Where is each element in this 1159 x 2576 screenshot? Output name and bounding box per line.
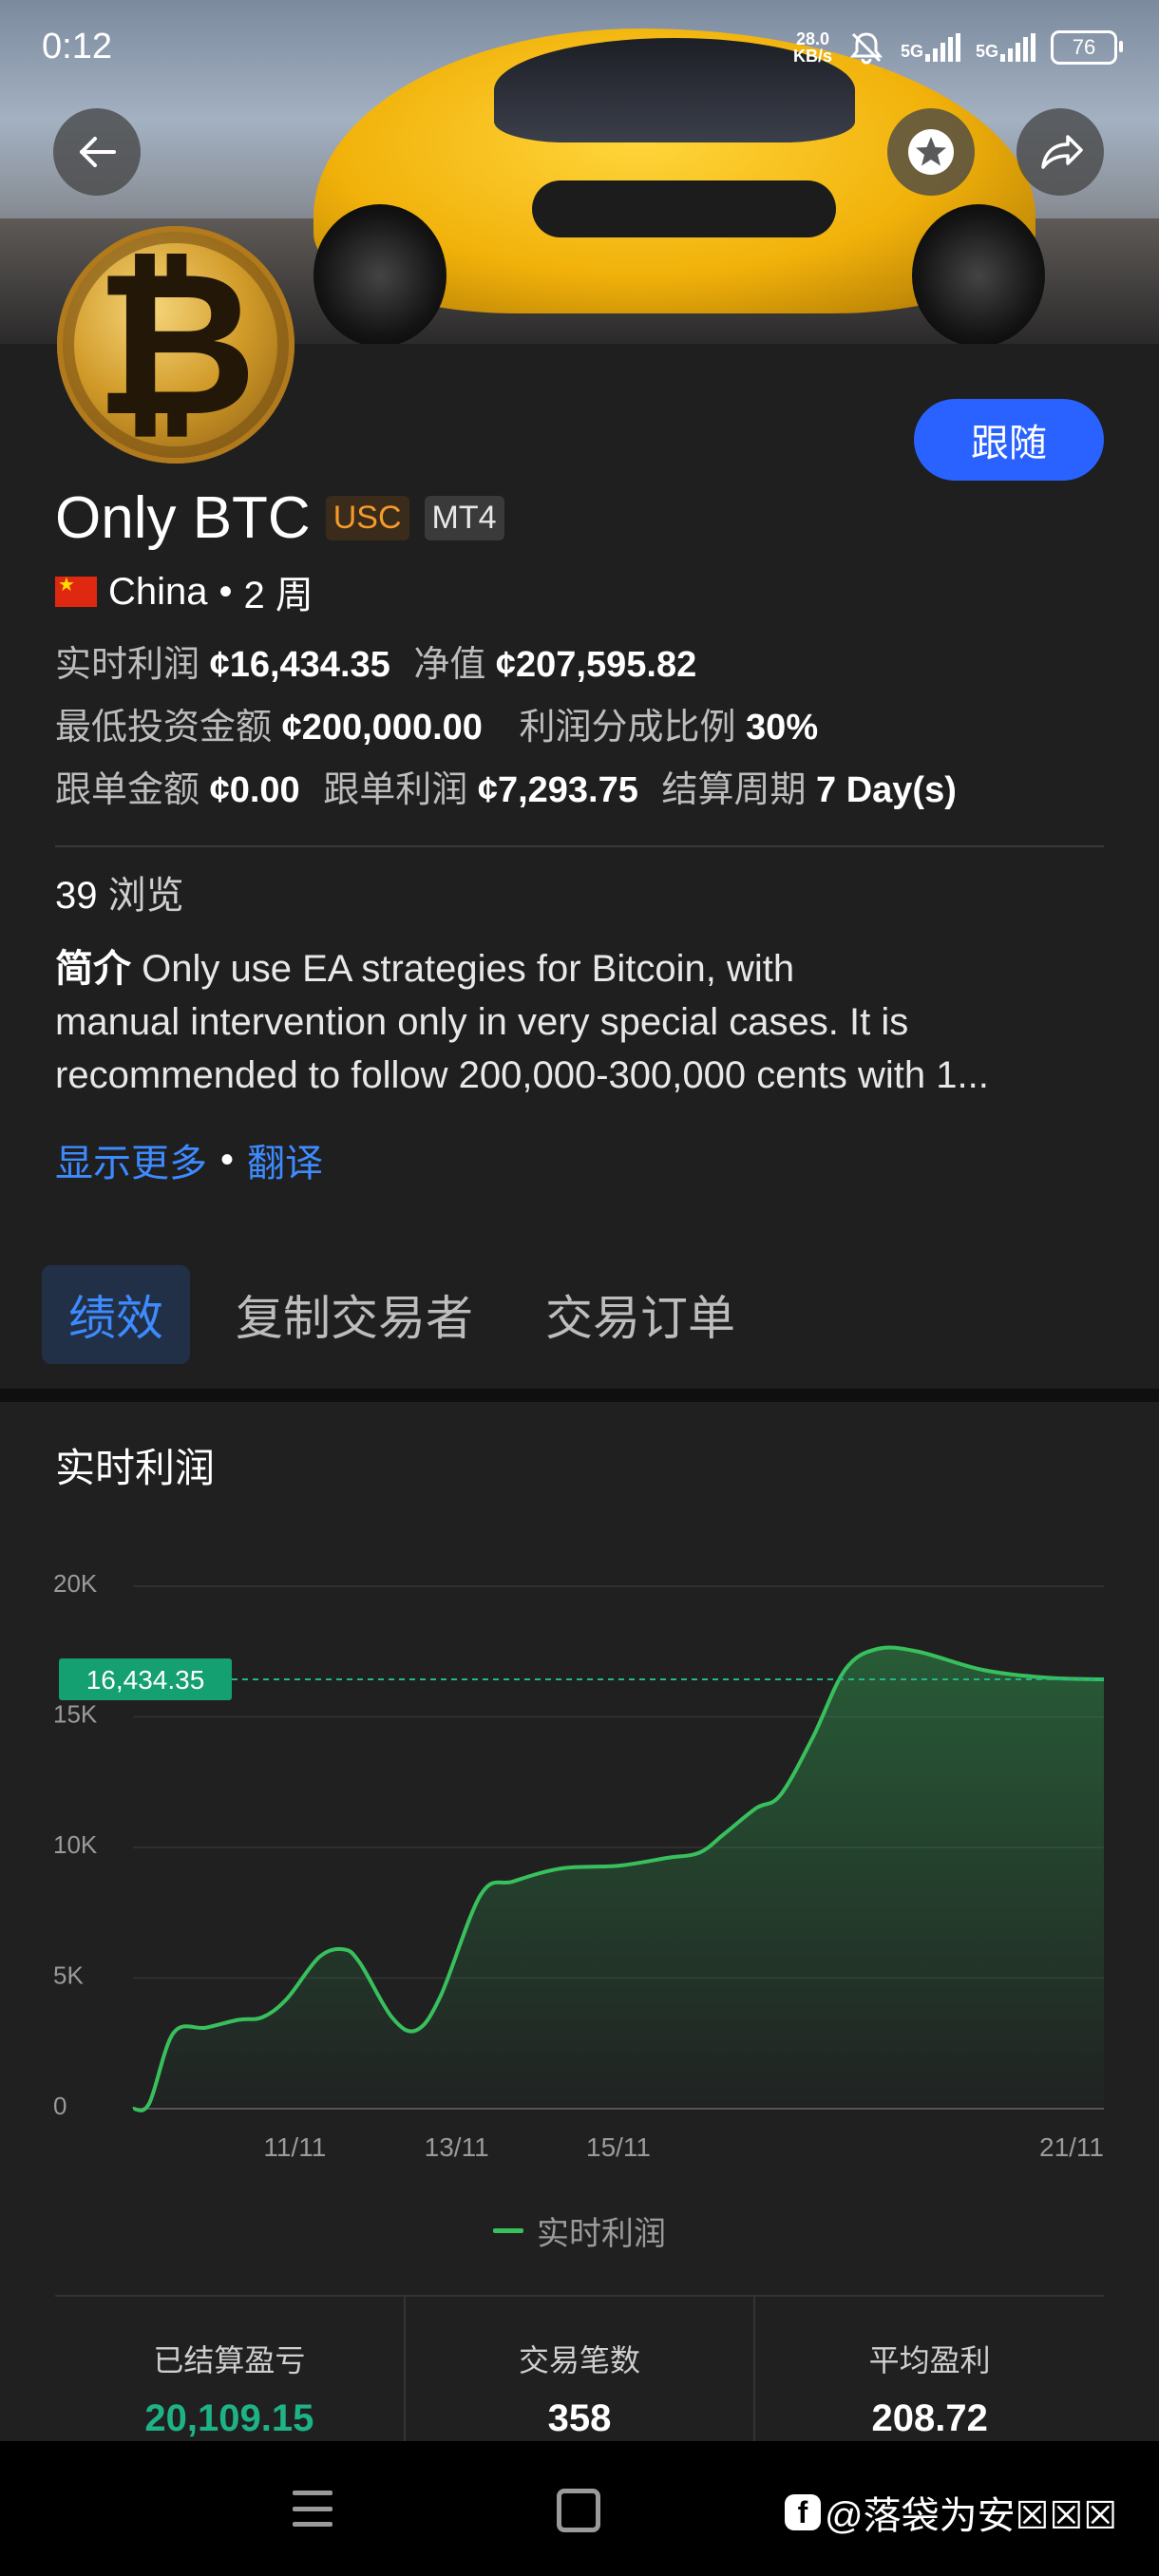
tab-bar: 绩效 复制交易者 交易订单	[42, 1265, 762, 1364]
min-invest-label: 最低投资金额	[55, 708, 273, 748]
currency-tag: USC	[325, 496, 409, 540]
status-time: 0:12	[42, 27, 112, 66]
chart-title: 实时利润	[55, 1446, 216, 1490]
home-icon[interactable]	[557, 2489, 600, 2532]
trading-duration: 2 周	[243, 575, 314, 616]
x-tick-label: 11/11	[263, 2132, 326, 2162]
status-bar: 0:12 28.0 KB/s 5G 5G 76	[0, 0, 1159, 95]
share-icon	[1041, 135, 1083, 169]
copy-profit-label: 跟单利润	[323, 770, 468, 810]
intro-links: 显示更多 • 翻译	[55, 1132, 323, 1187]
summary-value: 208.72	[871, 2397, 988, 2439]
translate-link[interactable]: 翻译	[247, 1132, 323, 1187]
summary-avg-profit: 平均盈利 208.72	[753, 2297, 1104, 2443]
follow-button[interactable]: 跟随	[914, 399, 1104, 481]
profit-share-label: 利润分成比例	[519, 708, 736, 748]
summary-stats: 已结算盈亏 20,109.15 交易笔数 358 平均盈利 208.72	[55, 2295, 1104, 2443]
y-tick-label: 10K	[53, 1830, 98, 1859]
equity-value: ¢207,595.82	[495, 645, 697, 685]
sim1-label: 5G	[900, 42, 923, 61]
net-speed: 28.0 KB/s	[793, 30, 832, 65]
platform-tag: MT4	[424, 496, 504, 540]
china-flag-icon	[55, 573, 97, 607]
divider	[55, 845, 1104, 847]
settle-period-value: 7 Day(s)	[816, 770, 957, 810]
intro-text: 简介 Only use EA strategies for Bitcoin, w…	[55, 942, 1110, 1102]
trader-avatar: ₿	[57, 226, 294, 464]
signal-sim1-icon: 5G	[901, 33, 960, 62]
battery-icon: 76	[1051, 30, 1123, 65]
x-tick-label: 13/11	[425, 2132, 489, 2162]
profit-share-value: 30%	[746, 708, 819, 748]
copy-amount-label: 跟单金额	[55, 770, 200, 810]
equity-label: 净值	[413, 645, 486, 685]
settle-period-label: 结算周期	[661, 770, 807, 810]
back-button[interactable]	[53, 108, 141, 196]
sim2-label: 5G	[975, 42, 998, 61]
section-separator	[0, 1389, 1159, 1402]
show-more-link[interactable]: 显示更多	[55, 1132, 207, 1187]
y-tick-label: 20K	[53, 1569, 98, 1598]
x-tick-label: 15/11	[586, 2132, 651, 2162]
summary-value: 20,109.15	[144, 2397, 314, 2439]
banner-car-wheel	[314, 204, 446, 344]
country-row: China • 2 周	[55, 564, 314, 619]
profit-chart: 0 5K 10K 15K 20K 11/11 13/11 15/11 21/11 16,434.3…	[53, 1569, 1105, 2162]
summary-trade-count: 交易笔数 358	[403, 2297, 754, 2443]
views-label: 浏览	[107, 875, 184, 917]
current-value-label: 16,434.35	[86, 1665, 205, 1695]
country-name: China	[108, 570, 208, 613]
summary-label: 平均盈利	[868, 2343, 991, 2377]
x-tick-label: 21/11	[1039, 2132, 1104, 2162]
country-separator: •	[218, 570, 233, 613]
legend-series-label: 实时利润	[537, 2216, 666, 2252]
legend-line-swatch	[493, 2228, 523, 2233]
banner-car-wheel	[912, 204, 1045, 344]
share-button[interactable]	[1016, 108, 1104, 196]
stats-row-1: 实时利润 ¢16,434.35 净值 ¢207,595.82	[55, 635, 696, 687]
favorite-button[interactable]	[887, 108, 975, 196]
summary-value: 358	[547, 2397, 612, 2439]
links-separator: •	[220, 1138, 235, 1181]
views-row: 39 浏览	[55, 864, 184, 919]
chart-legend[interactable]: 实时利润	[0, 2207, 1159, 2254]
tab-performance[interactable]: 绩效	[42, 1265, 190, 1364]
banner-car-intake	[532, 180, 836, 237]
intro-line-1: Only use EA strategies for Bitcoin, with	[142, 948, 795, 990]
intro-line-2: manual intervention only in very special…	[55, 1001, 909, 1043]
tab-copy-traders[interactable]: 复制交易者	[209, 1265, 500, 1364]
trader-name-row: Only BTC USC MT4	[55, 484, 504, 552]
net-speed-unit: KB/s	[792, 47, 832, 66]
bitcoin-logo-icon: ₿	[94, 228, 257, 461]
stats-row-2: 最低投资金额 ¢200,000.00 利润分成比例 30%	[55, 697, 818, 749]
trader-name: Only BTC	[55, 485, 311, 551]
watermark-logo-icon: f	[785, 2494, 821, 2530]
copy-profit-value: ¢7,293.75	[477, 770, 638, 810]
recent-apps-icon[interactable]	[293, 2491, 332, 2527]
views-count: 39	[55, 875, 98, 917]
stats-row-3: 跟单金额 ¢0.00 跟单利润 ¢7,293.75 结算周期 7 Day(s)	[55, 760, 957, 812]
min-invest-value: ¢200,000.00	[281, 708, 483, 748]
intro-line-3: recommended to follow 200,000-300,000 ce…	[55, 1054, 989, 1096]
star-icon	[908, 129, 954, 175]
watermark-text: @落袋为安☒☒☒	[825, 2495, 1118, 2537]
realtime-profit-label: 实时利润	[55, 645, 200, 685]
signal-sim2-icon: 5G	[976, 33, 1036, 62]
bell-muted-icon	[849, 32, 884, 65]
summary-settled-pnl: 已结算盈亏 20,109.15	[55, 2297, 404, 2443]
status-right: 28.0 KB/s 5G 5G 76	[793, 25, 1123, 70]
watermark: f @落袋为安☒☒☒	[785, 2485, 1117, 2540]
system-nav-bar: f @落袋为安☒☒☒	[0, 2441, 1159, 2576]
net-speed-value: 28.0	[795, 29, 829, 48]
realtime-profit-value: ¢16,434.35	[209, 645, 390, 685]
copy-amount-value: ¢0.00	[209, 770, 300, 810]
tab-trade-orders[interactable]: 交易订单	[519, 1265, 762, 1364]
back-arrow-icon	[80, 137, 116, 167]
summary-label: 交易笔数	[519, 2343, 641, 2377]
y-tick-label: 15K	[53, 1700, 98, 1729]
intro-label: 简介	[55, 948, 131, 990]
y-tick-label: 5K	[53, 1961, 84, 1990]
summary-label: 已结算盈亏	[153, 2343, 306, 2377]
y-tick-label: 0	[53, 2092, 66, 2120]
